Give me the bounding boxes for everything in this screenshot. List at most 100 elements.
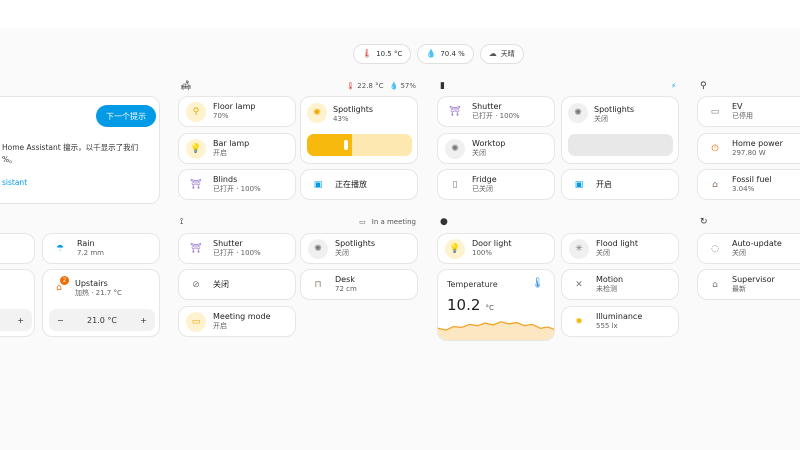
tile-name: Fossil fuel (732, 175, 772, 185)
plus-button[interactable]: + (17, 316, 24, 325)
rain-tile[interactable]: ☂ Rain 7.2 mm (42, 233, 160, 264)
floor-lamp-icon: ⚲ (186, 101, 206, 122)
kitchen-shutter-tile[interactable]: ⛩ Shutter 已打开 · 100% (437, 96, 555, 127)
tile-state: 关闭 (594, 115, 608, 123)
tile-state: 297.80 W (732, 149, 766, 158)
office-plug-tile[interactable]: ⊘ 关闭 (178, 269, 296, 300)
power-plug-icon: ⏻ (711, 143, 719, 154)
flood-light-tile[interactable]: ✳ Flood light 关闭 (561, 233, 679, 264)
tile-state: 已停用 (732, 112, 753, 121)
home-power-tile[interactable]: ⏻ Home power 297.80 W (697, 133, 800, 164)
refresh-icon: ↻ (700, 217, 708, 227)
office-shutter-tile[interactable]: ⛩ Shutter 已打开 · 100% (178, 233, 296, 264)
tile-state: 关闭 (596, 249, 610, 258)
tile-name: Meeting mode (213, 312, 271, 322)
humidity-chip[interactable]: 💧 70.4 % (417, 44, 474, 64)
auto-update-tile[interactable]: ◌ Auto-update 关闭 (697, 233, 800, 264)
home-assistant-icon: ⌂ (712, 279, 718, 290)
assistant-link[interactable]: sistant (2, 178, 27, 187)
fridge-icon: ▯ (452, 179, 458, 190)
tile-state: 开启 (596, 179, 612, 189)
flood-light-icon: ✳ (569, 238, 589, 259)
weather-chip[interactable]: ☁ 天晴 (479, 44, 524, 64)
spotlights-card[interactable]: ✺ Spotlights 43% (300, 96, 418, 164)
living-temp: 🌡 22.8 °C (346, 82, 384, 90)
meeting-mode-tile[interactable]: ▭ Meeting mode 开启 (178, 306, 296, 337)
temperature-graph-card[interactable]: Temperature 🌡 10.2 °C (437, 269, 555, 341)
worktop-tile[interactable]: ✺ Worktop 关闭 (437, 133, 555, 164)
sun-icon: ✹ (575, 316, 583, 327)
outdoor-light-icon: 💡 (445, 238, 465, 259)
door-light-tile[interactable]: 💡 Door light 100% (437, 233, 555, 264)
assistant-tip-card: 下一个提示 Home Assistant 擅示，以千显示了我们 %。 sista… (0, 96, 160, 204)
motion-sensor-icon: ⚡ (671, 82, 676, 90)
chip-label: 天晴 (500, 50, 515, 58)
floor-lamp-tile[interactable]: ⚲ Floor lamp 70% (178, 96, 296, 127)
office-status: ▭ In a meeting (359, 218, 416, 226)
fossil-fuel-tile[interactable]: ⌂ Fossil fuel 3.04% (697, 169, 800, 200)
next-tip-button[interactable]: 下一个提示 (96, 105, 156, 127)
motion-tile[interactable]: ✕ Motion 未检测 (561, 269, 679, 300)
tile-state: 72 cm (335, 285, 357, 294)
tile-state: 关闭 (213, 279, 229, 289)
tile-state: 已打开 · 100% (213, 185, 261, 194)
tile-name: Flood light (596, 239, 638, 249)
kitchen-appliance-tile[interactable]: ▣ 开启 (561, 169, 679, 200)
fridge-tile[interactable]: ▯ Fridge 已关闭 (437, 169, 555, 200)
shutter-icon: ⛩ (190, 243, 202, 254)
assistant-tip-text-2: %。 (2, 155, 17, 164)
slider-handle[interactable] (344, 140, 349, 150)
status-chips: 🌡 10.5 °C 💧 70.4 % ☁ 天晴 (353, 44, 524, 64)
lightbulb-icon: 💡 (186, 138, 206, 159)
assistant-tip-text: Home Assistant 擅示，以千显示了我们 (2, 143, 139, 152)
tile-name: Supervisor (732, 275, 775, 285)
fridge-icon: ▮ (440, 81, 445, 91)
tile-state: 关闭 (335, 249, 349, 258)
setpoint-value: 21.0 °C (87, 315, 117, 325)
tile-name: Spotlights (335, 239, 376, 249)
upstairs-badge: 2 (60, 276, 69, 285)
desk-chair-icon: ⟟ (180, 217, 184, 227)
tile-state: 最新 (732, 285, 746, 294)
blinds-tile[interactable]: ⛩ Blinds 已打开 · 100% (178, 169, 296, 200)
tile-name: Shutter (472, 102, 502, 112)
tile-state: 开启 (213, 149, 227, 158)
tile-state: 100% (472, 249, 493, 258)
chip-label: 10.5 °C (376, 50, 403, 58)
tile-state: 7.2 mm (77, 249, 104, 258)
kitchen-spotlights-card[interactable]: ✺ Spotlights 关闭 (561, 96, 679, 164)
car-icon: ▭ (710, 106, 720, 117)
illuminance-tile[interactable]: ✹ Illuminance 555 lx (561, 306, 679, 337)
tile-state: 关闭 (732, 249, 746, 258)
minus-button[interactable]: − (57, 316, 64, 325)
left-partial-thermostat[interactable]: + (0, 269, 35, 337)
plus-button[interactable]: + (140, 316, 147, 325)
tile-name: Floor lamp (213, 102, 256, 112)
top-app-bar (0, 0, 800, 28)
desk-tile[interactable]: ⊓ Desk 72 cm (300, 269, 418, 300)
tile-state: 3.04% (732, 185, 755, 194)
supervisor-tile[interactable]: ⌂ Supervisor 最新 (697, 269, 800, 300)
bar-lamp-tile[interactable]: 💡 Bar lamp 开启 (178, 133, 296, 164)
temperature-chip[interactable]: 🌡 10.5 °C (353, 44, 412, 64)
office-spotlights-tile[interactable]: ✺ Spotlights 关闭 (300, 233, 418, 264)
spotlights-brightness-slider[interactable] (307, 134, 412, 156)
upstairs-thermostat-card[interactable]: ⌂ 2 Upstairs 加热 · 21.7 °C − 21.0 °C + (42, 269, 160, 337)
ev-tile[interactable]: ▭ EV 已停用 (697, 96, 800, 127)
spotlights-icon: ✺ (568, 103, 588, 123)
spotlights-slider-off[interactable] (568, 134, 673, 156)
tile-state: 43% (333, 115, 349, 123)
energy-header: ⚲ (700, 79, 800, 93)
water-drop-icon: 💧 (426, 49, 437, 58)
tile-name: Spotlights (333, 105, 374, 114)
presentation-icon: ▭ (186, 311, 206, 332)
left-stepper[interactable]: + (0, 309, 32, 331)
dishwasher-icon: ▣ (574, 179, 584, 190)
tile-name: Door light (472, 239, 512, 249)
left-partial-tile[interactable] (0, 233, 35, 264)
tile-name: Spotlights (594, 105, 635, 114)
desk-icon: ⊓ (314, 279, 322, 290)
chip-label: 70.4 % (440, 50, 465, 58)
entrance-header: ● (440, 215, 676, 229)
tv-tile[interactable]: ▣ 正在播放 (300, 169, 418, 200)
